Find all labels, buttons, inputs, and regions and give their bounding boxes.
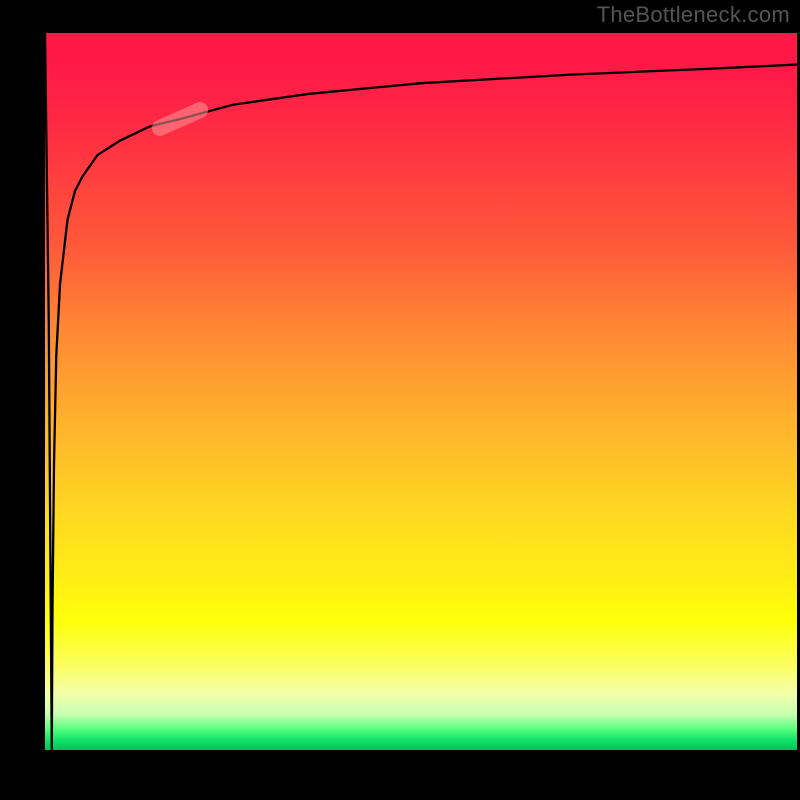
bottleneck-curve-path — [45, 33, 797, 750]
plot-area — [45, 33, 797, 750]
watermark-text: TheBottleneck.com — [597, 2, 790, 28]
curve-svg — [45, 33, 797, 750]
